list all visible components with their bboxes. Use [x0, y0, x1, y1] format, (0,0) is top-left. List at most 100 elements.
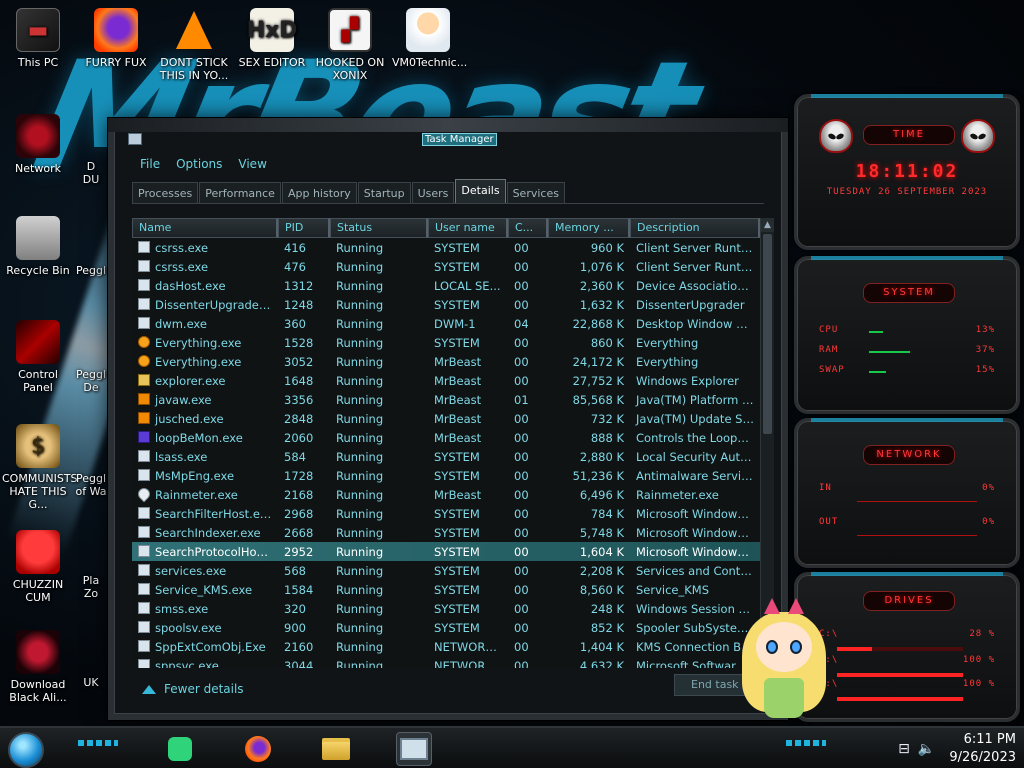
table-row[interactable]: csrss.exe 476 Running SYSTEM 00 1,076 K Client… — [132, 257, 760, 276]
column-header-cpu[interactable]: C... — [508, 218, 548, 238]
process-mem-cell: 1,404 K — [579, 639, 624, 654]
process-pid-cell: 1248 — [284, 297, 314, 312]
start-button[interactable] — [8, 732, 44, 768]
table-row[interactable]: lsass.exe 584 Running SYSTEM 00 2,880 K Local … — [132, 447, 760, 466]
process-pid-cell: 1584 — [284, 582, 314, 597]
desktop-icon-communists[interactable]: $ COMMUNISTS HATE THIS G... — [2, 424, 78, 511]
tab-services[interactable]: Services — [506, 182, 565, 203]
table-row[interactable]: smss.exe 320 Running SYSTEM 00 248 K Windows S… — [132, 599, 760, 618]
table-body: csrss.exe 416 Running SYSTEM 00 960 K Client S… — [132, 238, 760, 668]
process-mem-cell: 1,076 K — [579, 259, 624, 274]
column-header-memory[interactable]: Memory ... — [548, 218, 630, 238]
volume-icon[interactable]: 🔈 — [918, 741, 935, 757]
table-row[interactable]: Rainmeter.exe 2168 Running MrBeast 00 6,496 K… — [132, 485, 760, 504]
swap-metric: SWAP 15% — [819, 365, 995, 379]
menu-options[interactable]: Options — [170, 154, 228, 176]
table-row[interactable]: SppExtComObj.Exe 2160 Running NETWORK... 00 1… — [132, 637, 760, 656]
taskbar-app-file-explorer[interactable] — [318, 732, 354, 766]
system-tray: ⊟ 🔈 6:11 PM 9/26/2023 — [898, 728, 1016, 768]
desktop-icon-this-pc[interactable]: ▬ This PC — [2, 8, 74, 69]
table-row[interactable]: MsMpEng.exe 1728 Running SYSTEM 00 51,236 K An… — [132, 466, 760, 485]
column-header-name[interactable]: Name — [132, 218, 278, 238]
tab-startup[interactable]: Startup — [357, 182, 411, 203]
process-user-cell: SYSTEM — [434, 297, 480, 312]
taskbar-clock[interactable]: 6:11 PM 9/26/2023 — [949, 731, 1016, 767]
process-status-cell: Running — [336, 487, 384, 502]
title-bar[interactable]: Task Manager — [114, 130, 782, 152]
app-process-icon — [138, 468, 150, 481]
process-mem-cell: 24,172 K — [572, 354, 624, 369]
taskbar-app-task-manager[interactable] — [396, 732, 432, 766]
tab-performance[interactable]: Performance — [199, 182, 281, 203]
recycle-bin-icon — [16, 216, 60, 260]
mascot-face — [756, 622, 812, 672]
table-row[interactable]: csrss.exe 416 Running SYSTEM 00 960 K Client S… — [132, 238, 760, 257]
menu-view[interactable]: View — [232, 154, 272, 176]
tab-users[interactable]: Users — [411, 182, 455, 203]
table-row[interactable]: javaw.exe 3356 Running MrBeast 01 85,568 K Jav… — [132, 390, 760, 409]
table-row[interactable]: Service_KMS.exe 1584 Running SYSTEM 00 8,560 … — [132, 580, 760, 599]
drive-e-fill — [837, 697, 963, 701]
table-row[interactable]: dwm.exe 360 Running DWM-1 04 22,868 K Desktop … — [132, 314, 760, 333]
notes-app-icon — [168, 737, 192, 761]
desktop-icon-hooked-on-xonix[interactable]: ▞ HOOKED ON XONIX — [314, 8, 386, 82]
desktop-icon-furry-fux[interactable]: FURRY FUX — [80, 8, 152, 69]
column-header-user-name[interactable]: User name — [428, 218, 508, 238]
tab-processes[interactable]: Processes — [132, 182, 199, 203]
process-name: loopBeMon.exe — [155, 430, 243, 445]
process-status-cell: Running — [336, 620, 384, 635]
desktop-icon-sex-editor[interactable]: HxD SEX EDITOR — [236, 8, 308, 69]
drives-widget-title: DRIVES — [863, 591, 955, 611]
column-header-pid[interactable]: PID — [278, 218, 330, 238]
table-row[interactable]: spoolsv.exe 900 Running SYSTEM 00 852 K Spoole… — [132, 618, 760, 637]
process-desc-cell: Everything — [636, 335, 699, 350]
scroll-up-arrow-icon[interactable]: ▲ — [761, 218, 774, 232]
taskbar-app-notes[interactable] — [162, 732, 198, 766]
table-row[interactable]: jusched.exe 2848 Running MrBeast 00 732 K Java… — [132, 409, 760, 428]
process-mem-cell: 860 K — [590, 335, 624, 350]
app-process-icon — [138, 297, 150, 310]
process-cpu-cell: 00 — [514, 240, 529, 255]
network-tray-icon[interactable]: ⊟ — [898, 741, 910, 757]
clock-widget: TIME 18:11:02 Tuesday 26 September 2023 — [794, 94, 1020, 250]
menu-file[interactable]: File — [134, 154, 166, 176]
table-row[interactable]: SearchFilterHost.exe 2968 Running SYSTEM 00 7… — [132, 504, 760, 523]
process-user-cell: SYSTEM — [434, 601, 480, 616]
chuzzle-icon — [16, 530, 60, 574]
desktop-icon-recycle-bin[interactable]: Recycle Bin — [2, 216, 74, 277]
desktop-icon-download-black-ali[interactable]: Download Black Ali... — [2, 630, 74, 704]
process-name: dwm.exe — [155, 316, 207, 331]
process-mem-cell: 51,236 K — [572, 468, 624, 483]
process-status-cell: Running — [336, 601, 384, 616]
desktop-icon-control-panel[interactable]: Control Panel — [2, 320, 74, 394]
fewer-details-button[interactable]: Fewer details — [142, 682, 244, 696]
process-name-cell: SearchIndexer.exe — [132, 525, 278, 540]
table-row[interactable]: explorer.exe 1648 Running MrBeast 00 27,752 K… — [132, 371, 760, 390]
column-header-description[interactable]: Description — [630, 218, 760, 238]
desktop-icon-network[interactable]: Network — [2, 114, 74, 175]
tab-app-history[interactable]: App history — [281, 182, 357, 203]
cartoon-mascot — [734, 598, 834, 722]
desktop-icon-chuzzin[interactable]: CHUZZIN CUM — [2, 530, 74, 604]
table-row[interactable]: services.exe 568 Running SYSTEM 00 2,208 K Ser… — [132, 561, 760, 580]
process-user-cell: MrBeast — [434, 354, 482, 369]
taskbar-app-firefox[interactable] — [240, 732, 276, 766]
table-row[interactable]: DissenterUpgrader.exe 1248 Running SYSTEM 00… — [132, 295, 760, 314]
desktop-icon-vm0technic[interactable]: VM0Technic... — [392, 8, 467, 69]
table-row[interactable]: SearchIndexer.exe 2668 Running SYSTEM 00 5,74… — [132, 523, 760, 542]
table-row[interactable]: Everything.exe 3052 Running MrBeast 00 24,172… — [132, 352, 760, 371]
column-header-status[interactable]: Status — [330, 218, 428, 238]
table-row[interactable]: dasHost.exe 1312 Running LOCAL SE... 00 2,360… — [132, 276, 760, 295]
table-row[interactable]: loopBeMon.exe 2060 Running MrBeast 00 888 K Co… — [132, 428, 760, 447]
scrollbar-thumb[interactable] — [763, 234, 772, 434]
tab-details[interactable]: Details — [455, 179, 506, 203]
desktop-icon-vlc[interactable]: DONT STICK THIS IN YO... — [158, 8, 230, 82]
process-cpu-cell: 00 — [514, 639, 529, 654]
fewer-details-label: Fewer details — [164, 682, 244, 696]
cpu-metric: CPU 13% — [819, 325, 995, 339]
app-process-icon — [138, 259, 150, 272]
process-name: Everything.exe — [155, 335, 242, 350]
table-row[interactable]: SearchProtocolHost... 2952 Running SYSTEM 00… — [132, 542, 760, 561]
process-user-cell: NETWORK... — [434, 639, 504, 654]
table-row[interactable]: Everything.exe 1528 Running SYSTEM 00 860 K Ev… — [132, 333, 760, 352]
